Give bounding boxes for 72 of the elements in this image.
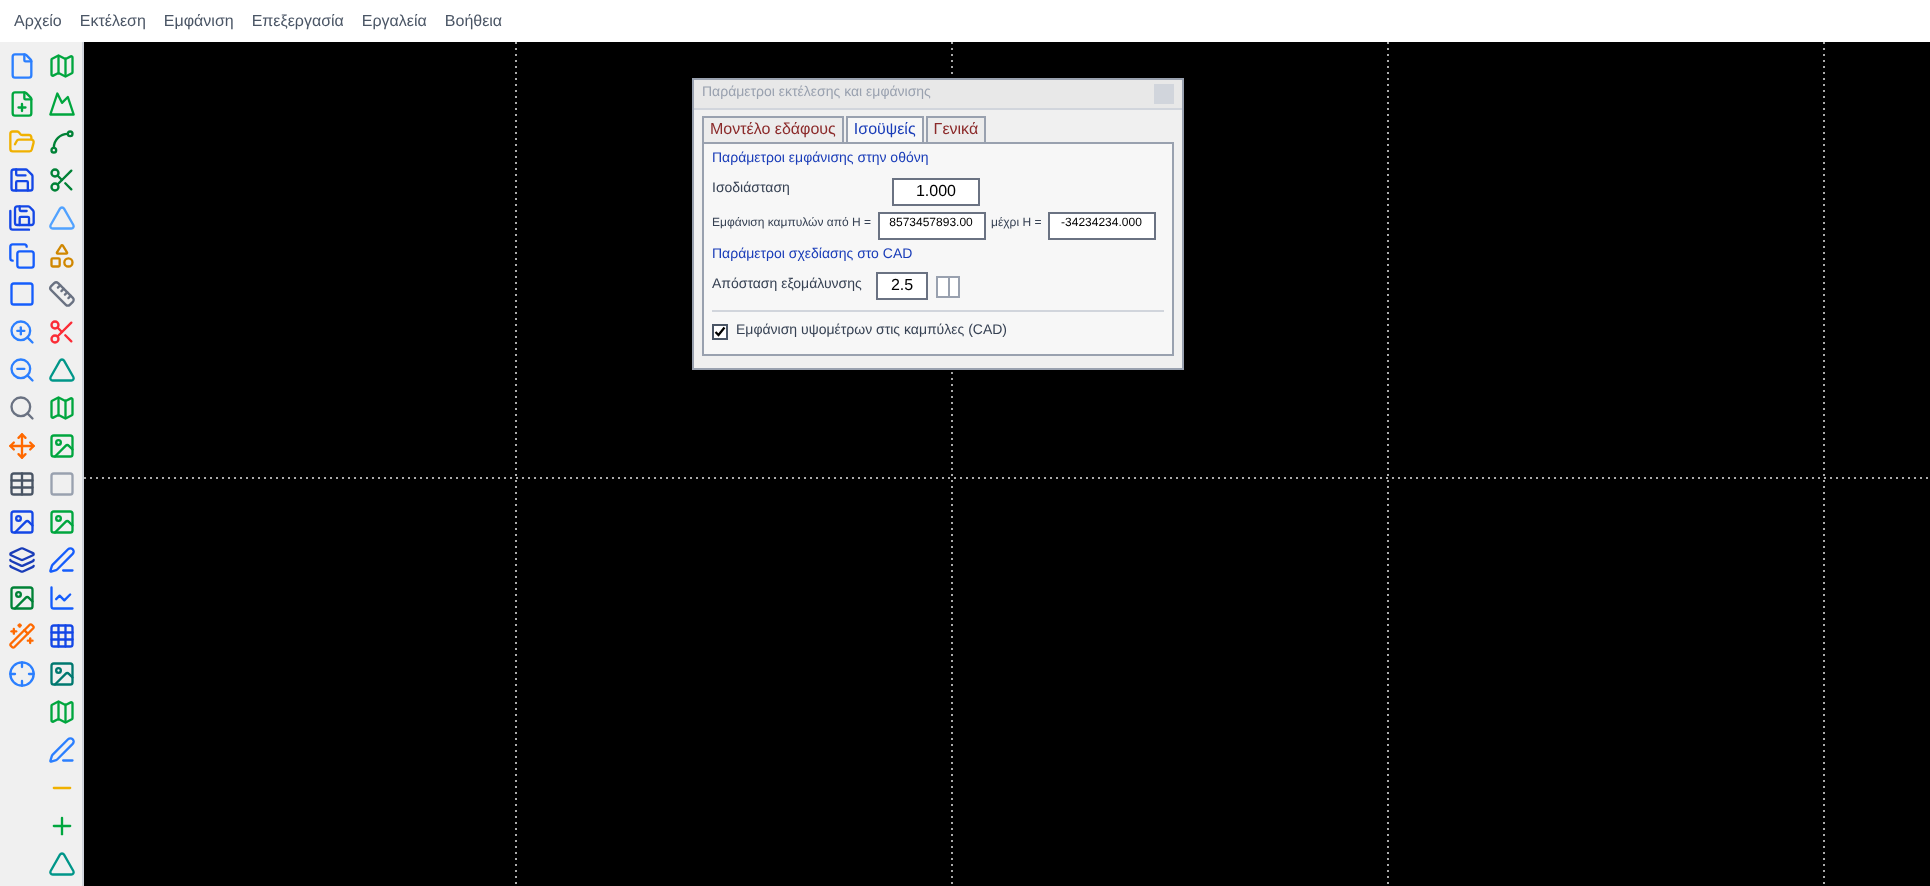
image-icon	[8, 584, 36, 612]
drawing-canvas[interactable]	[84, 42, 1930, 886]
toolbar-button[interactable]	[4, 314, 40, 350]
spline-icon	[48, 128, 76, 156]
pen-icon	[48, 736, 76, 764]
menu-item[interactable]: Εργαλεία	[361, 9, 427, 33]
image-icon	[48, 508, 76, 536]
square-icon	[8, 280, 36, 308]
wand-icon	[8, 622, 36, 650]
layers-icon	[8, 546, 36, 574]
square-icon	[48, 470, 76, 498]
zoom-in-icon	[8, 318, 36, 346]
zoom-out-icon	[8, 356, 36, 384]
image-icon	[8, 508, 36, 536]
toolbar-button[interactable]	[4, 580, 40, 616]
copy-icon	[8, 242, 36, 270]
toolbar-button[interactable]	[4, 352, 40, 388]
pen-icon	[48, 546, 76, 574]
folder-icon	[8, 128, 36, 156]
toolbar-button[interactable]	[4, 390, 40, 426]
file-plus-icon	[8, 90, 36, 118]
triangle-icon	[48, 356, 76, 384]
toolbar-button[interactable]	[4, 200, 40, 236]
triangle-icon	[48, 850, 76, 878]
toolbar-button[interactable]	[44, 732, 80, 768]
map-icon	[48, 52, 76, 80]
toolbar-button[interactable]	[44, 124, 80, 160]
ruler-icon	[48, 280, 76, 308]
toolbar-button[interactable]	[4, 542, 40, 578]
toolbar-button[interactable]	[44, 580, 80, 616]
image-icon	[48, 432, 76, 460]
plus-icon	[48, 812, 76, 840]
map-icon	[48, 698, 76, 726]
shapes-icon	[48, 242, 76, 270]
check-icon	[714, 326, 726, 339]
menu-item[interactable]: Βοήθεια	[444, 9, 503, 33]
line-chart-icon	[48, 584, 76, 612]
toolbar-button[interactable]	[44, 542, 80, 578]
menu-item[interactable]: Αρχείο	[14, 9, 62, 33]
menu-item[interactable]: Εκτέλεση	[79, 9, 146, 33]
mountain-icon	[48, 90, 76, 118]
move-icon	[8, 432, 36, 460]
spin-buttons[interactable]	[936, 275, 960, 297]
table-icon	[8, 470, 36, 498]
grid-icon	[48, 622, 76, 650]
save-all-icon	[8, 204, 36, 232]
menu-item[interactable]: Εμφάνιση	[163, 9, 234, 33]
toolbar-button[interactable]	[44, 276, 80, 312]
toolbar-button[interactable]	[4, 656, 40, 692]
toolbar-button[interactable]	[4, 276, 40, 312]
input-field[interactable]: 2.5	[876, 272, 928, 300]
image-icon	[48, 660, 76, 688]
scissors-icon	[48, 166, 76, 194]
menu-item[interactable]: Επεξεργασία	[251, 9, 344, 33]
map-icon	[48, 394, 76, 422]
scissors-icon	[48, 318, 76, 346]
toolbar-button[interactable]	[4, 162, 40, 198]
tab[interactable]: Ισοϋψείς	[845, 116, 924, 142]
toolbar-button[interactable]	[44, 656, 80, 692]
input-field[interactable]: 1.000	[892, 177, 980, 205]
checkbox[interactable]	[712, 324, 728, 341]
toolbar-button[interactable]	[4, 238, 40, 274]
search-icon	[8, 394, 36, 422]
crosshair-icon	[8, 660, 36, 688]
tab[interactable]: Γενικά	[925, 116, 987, 142]
toolbar-button[interactable]	[44, 618, 80, 654]
toolbar-button[interactable]	[4, 504, 40, 540]
save-icon	[8, 166, 36, 194]
tab[interactable]: Μοντέλο εδάφους	[702, 116, 844, 142]
triangle-icon	[48, 204, 76, 232]
toolbar-button[interactable]	[4, 466, 40, 502]
file-icon	[8, 52, 36, 80]
